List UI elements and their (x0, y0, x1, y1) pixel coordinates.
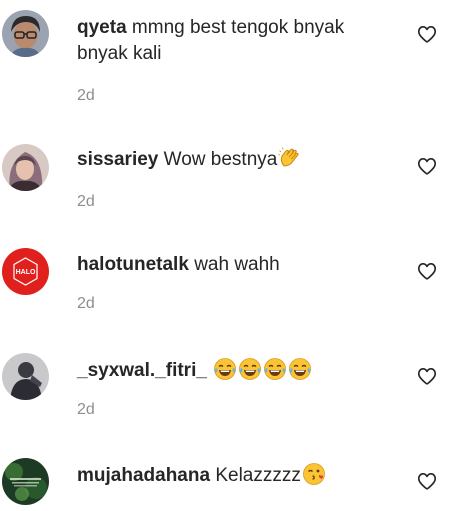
comment-body: _syxwal._fitri_ 2d (77, 357, 397, 419)
comment-text-line: sissariey Wow bestnya (77, 146, 397, 173)
tears-of-joy-emoji (288, 357, 312, 381)
heart-outline-icon[interactable] (416, 260, 438, 282)
tears-of-joy-emoji (213, 357, 237, 381)
comment-body: mujahadahana Kelazzzzz (77, 462, 397, 489)
heart-outline-icon[interactable] (416, 23, 438, 45)
face-blowing-kiss-emoji (302, 462, 326, 486)
comment-body: qyeta mmng best tengok bnyak bnyak kali … (77, 15, 397, 105)
comment-body: halotunetalk wah wahh 2d (77, 252, 397, 313)
comment-message: Kelazzzzz (215, 465, 301, 486)
heart-outline-icon[interactable] (416, 155, 438, 177)
comment-username[interactable]: qyeta (77, 17, 127, 38)
user-avatar[interactable] (2, 10, 49, 57)
comment-text-line: mujahadahana Kelazzzzz (77, 462, 397, 489)
halo-logo-avatar[interactable]: HALO (2, 248, 49, 295)
comment-timestamp[interactable]: 2d (77, 401, 397, 419)
comment-text-line: qyeta mmng best tengok bnyak bnyak kali (77, 15, 397, 67)
comment-username[interactable]: mujahadahana (77, 465, 210, 486)
comment-text-line: halotunetalk wah wahh (77, 252, 397, 278)
comment-body: sissariey Wow bestnya 2d (77, 146, 397, 211)
comment-username[interactable]: _syxwal._fitri_ (77, 360, 207, 381)
comment-timestamp[interactable]: 2d (77, 87, 397, 105)
clapping-hands-emoji (278, 146, 302, 170)
tears-of-joy-emoji (238, 357, 262, 381)
user-avatar[interactable] (2, 458, 49, 505)
comment-timestamp[interactable]: 2d (77, 295, 397, 313)
comment-message: Wow bestnya (163, 149, 278, 170)
comment-text-line: _syxwal._fitri_ (77, 357, 397, 384)
comment-list: qyeta mmng best tengok bnyak bnyak kali … (0, 0, 469, 511)
comment-username[interactable]: halotunetalk (77, 254, 189, 275)
halo-logo-text: HALO (16, 269, 36, 276)
user-avatar[interactable] (2, 353, 49, 400)
user-avatar[interactable] (2, 144, 49, 191)
comment-username[interactable]: sissariey (77, 149, 158, 170)
tears-of-joy-emoji (263, 357, 287, 381)
comment-message: wah wahh (194, 254, 280, 275)
heart-outline-icon[interactable] (416, 365, 438, 387)
comment-timestamp[interactable]: 2d (77, 193, 397, 211)
heart-outline-icon[interactable] (416, 470, 438, 492)
